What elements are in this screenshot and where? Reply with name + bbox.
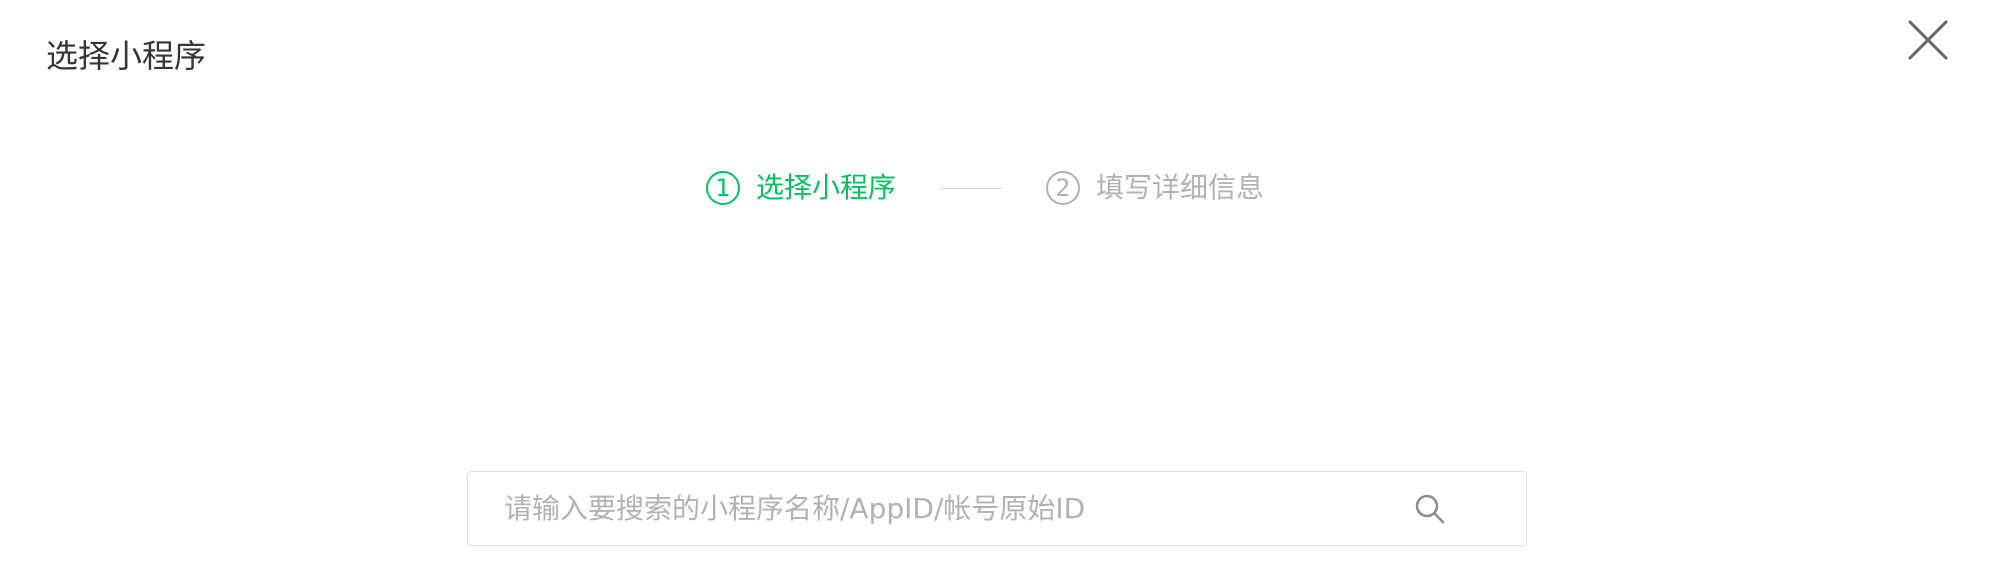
search-box (467, 471, 1527, 546)
dialog-title: 选择小程序 (46, 37, 207, 75)
step-1-number: 1 (706, 171, 740, 205)
close-button[interactable] (1904, 16, 1952, 64)
step-indicator: 1 选择小程序 2 填写详细信息 (706, 164, 1264, 212)
search-button[interactable] (1412, 491, 1448, 527)
step-1: 1 选择小程序 (706, 164, 896, 212)
step-2-label: 填写详细信息 (1096, 171, 1265, 204)
step-2-number: 2 (1046, 171, 1081, 205)
select-miniprogram-dialog: 选择小程序 1 选择小程序 2 填写详细信息 (0, 0, 2000, 585)
step-connector (940, 187, 1003, 189)
step-2: 2 填写详细信息 (1046, 164, 1264, 212)
step-1-label: 选择小程序 (756, 171, 897, 204)
search-icon (1415, 494, 1445, 523)
search-input[interactable] (468, 472, 1392, 545)
close-icon (1908, 20, 1948, 60)
